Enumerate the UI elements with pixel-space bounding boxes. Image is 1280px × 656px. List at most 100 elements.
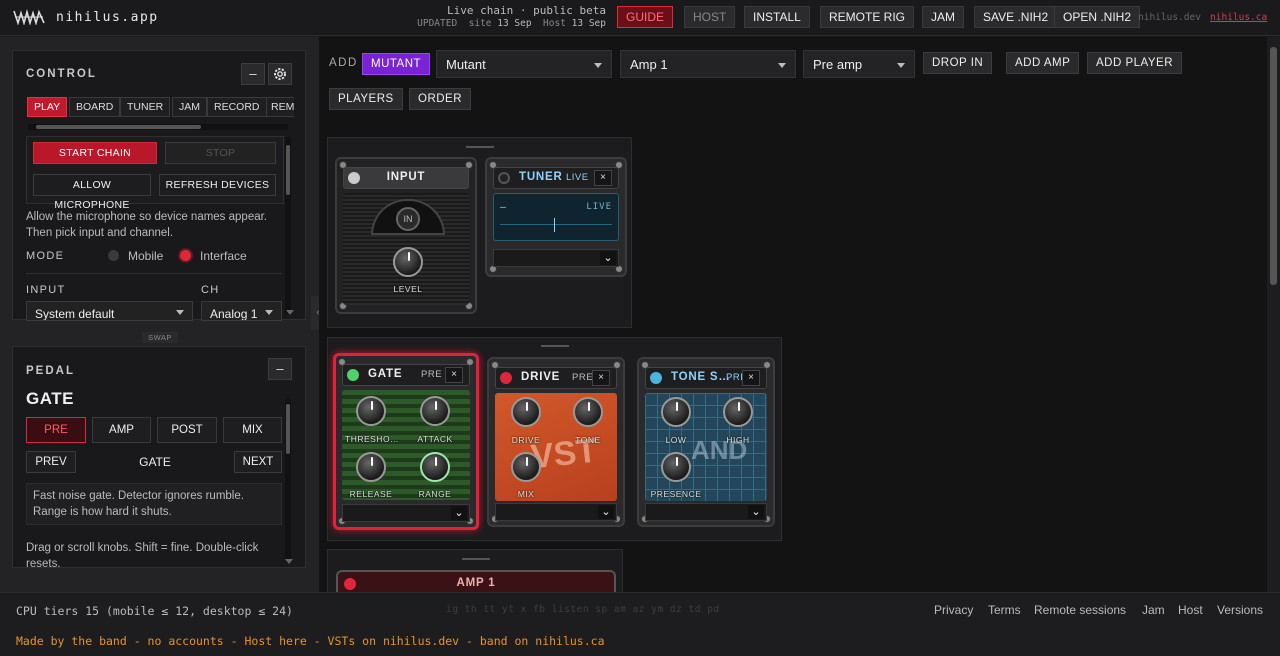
drive-knob[interactable] bbox=[511, 397, 541, 427]
stop-button[interactable]: STOP bbox=[165, 142, 276, 164]
amp-rack[interactable]: AMP 1 bbox=[327, 549, 623, 593]
nihilus-ca-link[interactable]: nihilus.ca bbox=[1210, 12, 1267, 23]
tab-play[interactable]: PLAY bbox=[27, 97, 68, 117]
prev-pedal-button[interactable]: PREV bbox=[26, 451, 76, 473]
drive-close-button[interactable]: × bbox=[592, 370, 610, 386]
mode-interface-label[interactable]: Interface bbox=[200, 248, 247, 264]
add-player-button[interactable]: ADD PLAYER bbox=[1087, 52, 1183, 74]
release-knob[interactable] bbox=[356, 452, 386, 482]
tone-stack-led[interactable] bbox=[650, 372, 662, 384]
mode-interface-radio[interactable] bbox=[180, 250, 191, 261]
microphone-help-text: Allow the microphone so device names app… bbox=[26, 211, 268, 239]
mix-knob[interactable] bbox=[511, 452, 541, 482]
chevron-down-icon[interactable]: ⌄ bbox=[600, 251, 616, 265]
gate-body: THRESHO… ATTACK RELEASE RANGE bbox=[342, 390, 470, 500]
swap-handle[interactable]: SWAP bbox=[142, 332, 178, 343]
start-chain-button[interactable]: START CHAIN bbox=[33, 142, 157, 164]
input-pedal[interactable]: INPUT IN LEVEL bbox=[335, 157, 477, 314]
attack-knob[interactable] bbox=[420, 396, 450, 426]
players-button[interactable]: PLAYERS bbox=[329, 88, 403, 110]
left-panel: CONTROL – PLAY BOARD TUNER JAM RECORD RE… bbox=[0, 37, 319, 592]
low-knob[interactable] bbox=[661, 397, 691, 427]
nihilus-dev-link[interactable]: nihilus.dev bbox=[1138, 12, 1201, 23]
remote-rig-button[interactable]: REMOTE RIG bbox=[820, 6, 915, 28]
pedal-minimize-button[interactable]: – bbox=[268, 358, 292, 380]
presence-knob-label: PRESENCE bbox=[650, 489, 702, 499]
mode-mobile-label[interactable]: Mobile bbox=[128, 248, 163, 264]
amp-name: AMP 1 bbox=[456, 577, 496, 589]
next-pedal-button[interactable]: NEXT bbox=[234, 451, 282, 473]
band-logo-icon[interactable] bbox=[13, 9, 45, 25]
tab-board[interactable]: BOARD bbox=[69, 97, 121, 117]
order-button[interactable]: ORDER bbox=[409, 88, 472, 110]
rack-drag-handle[interactable] bbox=[541, 345, 569, 347]
tab-remote[interactable]: REM bbox=[266, 97, 294, 117]
host-button[interactable]: HOST bbox=[684, 6, 736, 28]
gate-close-button[interactable]: × bbox=[445, 367, 463, 383]
chevron-down-icon[interactable]: ⌄ bbox=[748, 505, 764, 519]
high-knob[interactable] bbox=[723, 397, 753, 427]
install-button[interactable]: INSTALL bbox=[744, 6, 810, 28]
segment-post[interactable]: POST bbox=[157, 417, 217, 443]
gate-pedal[interactable]: GATE PRE × THRESHO… ATTACK RELEASE RANGE… bbox=[333, 353, 479, 530]
level-knob[interactable] bbox=[393, 247, 423, 277]
tagline[interactable]: Made by the band - no accounts - Host he… bbox=[16, 634, 605, 648]
control-scrollbar[interactable] bbox=[285, 137, 291, 315]
scroll-down-icon[interactable] bbox=[286, 310, 294, 315]
tab-tuner[interactable]: TUNER bbox=[120, 97, 171, 117]
mutant-button[interactable]: MUTANT bbox=[362, 53, 431, 75]
pedal-type-select[interactable]: Mutant bbox=[436, 50, 612, 78]
save-nih2-button[interactable]: SAVE .NIH2 bbox=[974, 6, 1058, 28]
segment-mix[interactable]: MIX bbox=[223, 417, 282, 443]
control-minimize-button[interactable]: – bbox=[241, 63, 265, 85]
chevron-down-icon[interactable]: ⌄ bbox=[598, 505, 614, 519]
tuner-close-button[interactable]: × bbox=[594, 170, 612, 186]
main-scrollbar[interactable] bbox=[1267, 37, 1280, 592]
rack-drag-handle[interactable] bbox=[462, 558, 490, 560]
control-settings-button[interactable] bbox=[268, 63, 292, 85]
mode-mobile-radio[interactable] bbox=[108, 250, 119, 261]
allow-microphone-button[interactable]: ALLOW MICROPHONE bbox=[33, 174, 151, 211]
presence-knob[interactable] bbox=[661, 452, 691, 482]
pedal-scrollbar[interactable] bbox=[285, 399, 291, 559]
remote-sessions-link[interactable]: Remote sessions bbox=[1034, 603, 1126, 617]
amp-target-select[interactable]: Amp 1 bbox=[620, 50, 796, 78]
scroll-down-icon[interactable] bbox=[285, 559, 293, 564]
drive-pedal[interactable]: DRIVE PRE × VST DRIVE TONE MIX ⌄ bbox=[487, 357, 625, 527]
brand-name[interactable]: nihilus.app bbox=[56, 10, 159, 25]
jam-link[interactable]: Jam bbox=[1142, 603, 1165, 617]
jam-button[interactable]: JAM bbox=[922, 6, 964, 28]
threshold-knob[interactable] bbox=[356, 396, 386, 426]
gate-led[interactable] bbox=[347, 369, 359, 381]
guide-button[interactable]: GUIDE bbox=[617, 6, 674, 28]
chevron-down-icon[interactable]: ⌄ bbox=[451, 506, 467, 520]
rack-drag-handle[interactable] bbox=[466, 146, 494, 148]
open-nih2-button[interactable]: OPEN .NIH2 bbox=[1054, 6, 1141, 28]
segment-amp[interactable]: AMP bbox=[92, 417, 151, 443]
terms-link[interactable]: Terms bbox=[988, 603, 1021, 617]
tone-stack-pedal[interactable]: TONE S… PRE × AND LOW HIGH PRESENCE ⌄ bbox=[637, 357, 775, 527]
add-amp-button[interactable]: ADD AMP bbox=[1006, 52, 1080, 74]
social-shortcuts[interactable]: ig th tt yt x fb listen sp am az ym dz t… bbox=[446, 604, 720, 615]
drop-in-button[interactable]: DROP IN bbox=[923, 52, 993, 74]
tuner-led[interactable] bbox=[498, 172, 510, 184]
amp-head[interactable]: AMP 1 bbox=[336, 570, 616, 593]
tone-stack-header: TONE S… PRE × bbox=[645, 367, 767, 389]
tab-record[interactable]: RECORD bbox=[207, 97, 267, 117]
channel-select[interactable]: Analog 1 bbox=[201, 301, 282, 321]
tone-stack-close-button[interactable]: × bbox=[742, 370, 760, 386]
refresh-devices-button[interactable]: REFRESH DEVICES bbox=[159, 174, 276, 196]
tone-knob[interactable] bbox=[573, 397, 603, 427]
tabs-scrollbar[interactable] bbox=[28, 124, 288, 130]
host-link[interactable]: Host bbox=[1178, 603, 1203, 617]
tab-jam[interactable]: JAM bbox=[172, 97, 207, 117]
tuner-name: TUNER bbox=[519, 171, 563, 183]
range-knob[interactable] bbox=[420, 452, 450, 482]
drive-led[interactable] bbox=[500, 372, 512, 384]
segment-pre[interactable]: PRE bbox=[26, 417, 86, 443]
stage-select[interactable]: Pre amp bbox=[803, 50, 915, 78]
input-select[interactable]: System default bbox=[26, 301, 193, 321]
tuner-pedal[interactable]: TUNER LIVE × – LIVE ⌄ bbox=[485, 157, 627, 277]
versions-link[interactable]: Versions bbox=[1217, 603, 1263, 617]
privacy-link[interactable]: Privacy bbox=[934, 603, 973, 617]
